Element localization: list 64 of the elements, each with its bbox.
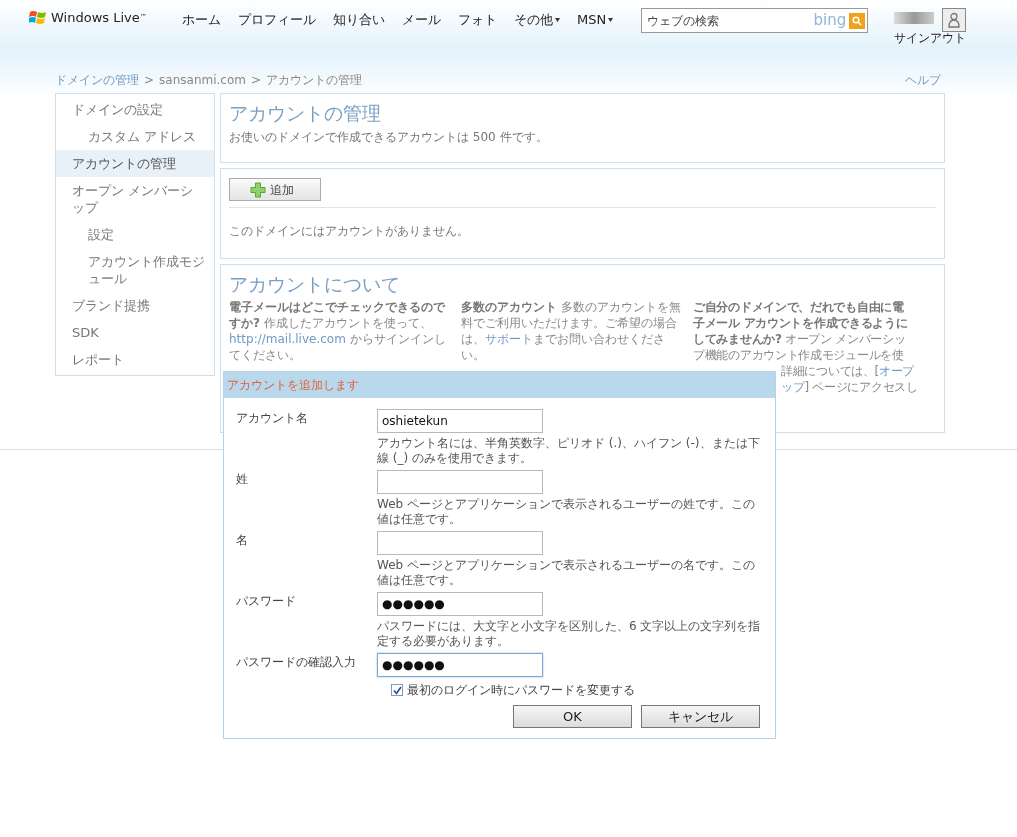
field-label: 名	[236, 532, 249, 549]
field-hint: Web ページとアプリケーションで表示されるユーザーの名です。この値は任意です。	[377, 558, 756, 588]
change-password-checkbox-row[interactable]: 最初のログイン時にパスワードを変更する	[391, 681, 763, 699]
checkbox-label: 最初のログイン時にパスワードを変更する	[407, 682, 635, 699]
empty-message: このドメインにはアカウントがありません。	[229, 223, 470, 240]
text-field[interactable]	[377, 531, 543, 555]
nav-link[interactable]: ホーム	[182, 10, 221, 30]
search-button[interactable]	[849, 12, 866, 29]
sidebar-item[interactable]: カスタム アドレス	[56, 123, 214, 150]
nav-link[interactable]: プロフィール	[238, 10, 316, 30]
field-label: 姓	[236, 471, 249, 488]
check-icon	[392, 685, 402, 695]
nav-link[interactable]: フォト	[458, 10, 497, 30]
breadcrumb-link[interactable]: sansanmi.com	[159, 71, 246, 89]
search-engine-label: bing	[813, 10, 847, 32]
sidebar-item[interactable]: アカウントの管理	[56, 150, 214, 177]
about-title: アカウントについて	[229, 272, 401, 297]
text-field[interactable]	[377, 470, 543, 494]
breadcrumb-separator: >	[250, 72, 261, 89]
sidebar-item[interactable]: ブランド提携	[56, 292, 214, 319]
field-label: アカウント名	[236, 410, 309, 427]
caret-icon	[555, 17, 560, 22]
about-link[interactable]: サポート	[485, 331, 533, 346]
plus-icon	[250, 181, 266, 198]
about-link[interactable]: ップ	[781, 379, 805, 394]
sidebar-item[interactable]: オープン メンバーシップ	[56, 177, 214, 221]
search-input[interactable]: ウェブの検索	[647, 11, 814, 30]
add-button[interactable]: 追加	[229, 178, 321, 201]
sidebar-item[interactable]: SDK	[56, 319, 214, 346]
caret-icon	[608, 17, 614, 22]
breadcrumb-separator: >	[144, 72, 155, 89]
sidebar-item[interactable]: レポート	[56, 346, 214, 373]
nav-link[interactable]: その他	[514, 10, 560, 30]
help-link[interactable]: ヘルプ	[905, 71, 941, 89]
user-avatar-icon[interactable]	[942, 8, 967, 32]
field-hint: アカウント名には、半角英数字、ピリオド (.)、ハイフン (-)、または下線 (_) のみを使用できます。	[377, 436, 761, 466]
nav-link[interactable]: MSN	[577, 10, 614, 30]
breadcrumb-link[interactable]: ドメインの管理	[55, 71, 139, 89]
field-hint: Web ページとアプリケーションで表示されるユーザーの姓です。この値は任意です。	[377, 497, 756, 527]
sidebar-item[interactable]: アカウント作成モジュール	[56, 248, 214, 292]
windows-logo-icon	[29, 9, 47, 26]
search-icon	[852, 15, 863, 26]
text-field[interactable]: ●●●●●●	[377, 592, 543, 616]
dialog-button[interactable]: キャンセル	[641, 705, 760, 728]
field-hint: パスワードには、大文字と小文字を区別した、6 文字以上の文字列を指定する必要があります。	[377, 619, 762, 649]
page-subtitle: お使いのドメインで作成できるアカウントは 500 件です。	[229, 128, 549, 146]
sign-out-link[interactable]: サインアウト	[894, 29, 967, 47]
page-title: アカウントの管理	[229, 101, 382, 126]
breadcrumb-link[interactable]: アカウントの管理	[266, 71, 362, 89]
text-field[interactable]: oshietekun	[377, 409, 543, 433]
dialog-title: アカウントを追加します	[227, 377, 359, 394]
nav-link[interactable]: 知り合い	[333, 10, 385, 30]
sidebar-item[interactable]: ドメインの設定	[56, 96, 214, 123]
sidebar-item[interactable]: 設定	[56, 221, 214, 248]
dialog-button[interactable]: OK	[513, 705, 632, 728]
field-label: パスワードの確認入力	[236, 654, 357, 671]
checkbox[interactable]	[391, 684, 403, 696]
brand-name: Windows Live$^{™}$	[51, 9, 147, 27]
nav-link[interactable]: メール	[402, 10, 441, 30]
text-field[interactable]: ●●●●●●	[377, 653, 543, 677]
field-label: パスワード	[236, 593, 297, 610]
about-link[interactable]: http://mail.live.com	[229, 331, 346, 346]
about-link[interactable]: オープ	[879, 363, 915, 378]
user-name-blur	[894, 12, 935, 24]
